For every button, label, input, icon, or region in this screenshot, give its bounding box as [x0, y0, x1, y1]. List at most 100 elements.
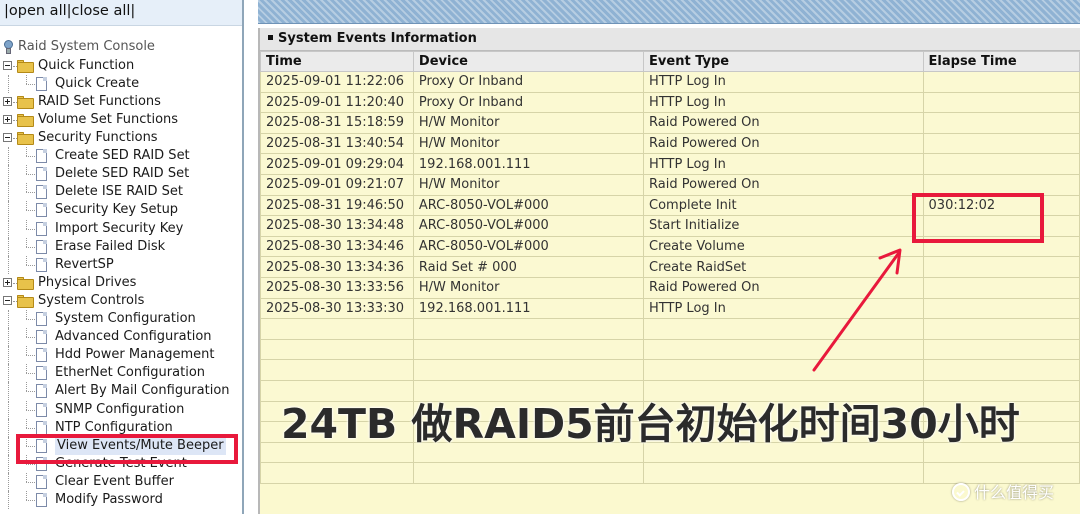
cell-elapse-time: [922, 132, 1080, 155]
page-icon: [36, 366, 47, 381]
annotation-caption: 24TB 做RAID5前台初始化时间30小时: [281, 400, 1020, 448]
cell-elapse-time: [922, 91, 1080, 114]
cell-time: [260, 359, 414, 381]
table-row: 2025-09-01 09:21:07 H/W Monitor Raid Power…: [260, 173, 1080, 196]
tree-item-label: Modify Password: [55, 492, 163, 507]
table-row: 2025-09-01 11:22:06 Proxy Or Inband HTTP L…: [260, 71, 1080, 93]
close-all-link[interactable]: |close all|: [67, 3, 136, 19]
page-icon: [36, 330, 47, 345]
tree-item-label: Quick Create: [55, 75, 140, 91]
tree-item-erase-failed-disk[interactable]: Erase Failed Disk: [0, 237, 240, 256]
page-icon: [36, 384, 47, 399]
cell-device: Raid Set # 000: [412, 256, 645, 278]
tree-item-label: Import Security Key: [55, 220, 184, 236]
tree-item-advanced-configuration[interactable]: Advanced Configuration: [0, 328, 240, 347]
cell-elapse-time: [922, 112, 1080, 134]
cell-time: [260, 338, 414, 361]
tree-item-import-security-key[interactable]: Import Security Key: [0, 219, 240, 238]
page-icon: [36, 221, 47, 236]
tree-item-label: NTP Configuration: [55, 419, 173, 435]
tree-item-hdd-power-management[interactable]: Hdd Power Management: [0, 346, 240, 365]
tree-toolbar: |open all|close all|: [0, 0, 242, 26]
tree-item-modify-password[interactable]: Modify Password: [0, 491, 240, 509]
tree-item-delete-sed-raid-set[interactable]: Delete SED RAID Set: [0, 165, 240, 184]
cell-device: [412, 462, 645, 484]
tree-item-label: Clear Event Buffer: [55, 473, 174, 489]
tree-item-quick-create[interactable]: Quick Create: [0, 74, 240, 93]
collapse-toggle-icon[interactable]: [3, 295, 12, 305]
tree-item-label: View Events/Mute Beeper: [55, 436, 226, 455]
cell-device: Proxy Or Inband: [412, 91, 645, 114]
tree-item-label: Erase Failed Disk: [55, 238, 166, 254]
tree-item-system-controls[interactable]: System Controls: [0, 292, 240, 310]
tree-item-delete-ise-raid-set[interactable]: Delete ISE RAID Set: [0, 183, 240, 202]
tree-item-label: Security Key Setup: [55, 202, 179, 218]
bullet-square-icon: [268, 35, 273, 40]
cell-device: H/W Monitor: [412, 112, 645, 134]
content-top-strip: [258, 0, 1080, 24]
cell-time: 2025-08-30 13:34:36: [260, 256, 414, 278]
expand-toggle-icon[interactable]: [3, 114, 12, 124]
cell-elapse-time: [922, 276, 1080, 299]
cell-time: 2025-09-01 11:20:40: [260, 91, 414, 114]
tree-item-volume-set-functions[interactable]: Volume Set Functions: [0, 111, 240, 129]
column-header-device: Device: [412, 51, 645, 72]
open-all-link[interactable]: |open all: [4, 3, 67, 19]
cell-elapse-time: [922, 318, 1080, 340]
cell-device: [412, 338, 645, 361]
collapse-toggle-icon[interactable]: [3, 60, 12, 70]
folder-open-icon: [17, 59, 35, 73]
cell-time: 2025-09-01 09:29:04: [260, 153, 414, 175]
folder-icon: [17, 113, 35, 127]
cell-event-type: [643, 318, 924, 340]
tree-item-create-sed-raid-set[interactable]: Create SED RAID Set: [0, 147, 240, 166]
cell-elapse-time: [922, 338, 1080, 361]
tree-item-raid-set-functions[interactable]: RAID Set Functions: [0, 93, 240, 111]
table-row: 2025-08-30 13:33:56 H/W Monitor Raid Power…: [260, 276, 1080, 299]
table-row: [260, 338, 1080, 361]
table-row: 2025-08-30 13:33:30 192.168.001.111 HTTP L…: [260, 297, 1080, 320]
cell-event-type: Start Initialize: [643, 215, 924, 237]
tree-item-security-functions[interactable]: Security Functions: [0, 129, 240, 147]
tree-item-system-configuration[interactable]: System Configuration: [0, 310, 240, 328]
expand-toggle-icon[interactable]: [3, 96, 12, 106]
table-row: [260, 359, 1080, 381]
cell-event-type: Create RaidSet: [643, 256, 924, 278]
tree-item-label: Volume Set Functions: [38, 111, 179, 127]
cell-time: [260, 462, 414, 484]
folder-icon: [17, 95, 35, 109]
tree-item-ntp-configuration[interactable]: NTP Configuration: [0, 418, 240, 437]
tree-item-label: Advanced Configuration: [55, 329, 212, 345]
cell-event-type: HTTP Log In: [643, 91, 924, 114]
tree-root-label: Raid System Console: [18, 39, 155, 54]
tree-item-revertsp[interactable]: RevertSP: [0, 255, 240, 274]
tree-item-label: Delete ISE RAID Set: [55, 184, 184, 200]
tree-item-ethernet-configuration[interactable]: EtherNet Configuration: [0, 364, 240, 383]
cell-event-type: [643, 359, 924, 381]
tree-item-generate-test-event[interactable]: Generate Test Event: [0, 454, 240, 473]
cell-device: [412, 318, 645, 340]
tree-item-alert-by-mail-configuration[interactable]: Alert By Mail Configuration: [0, 382, 240, 401]
collapse-toggle-icon[interactable]: [3, 133, 12, 142]
cell-event-type: Complete Init: [643, 194, 924, 217]
page-icon: [36, 456, 47, 471]
tree-root[interactable]: Raid System Console: [0, 38, 240, 56]
tree-item-snmp-configuration[interactable]: SNMP Configuration: [0, 400, 240, 419]
tree-item-physical-drives[interactable]: Physical Drives: [0, 274, 240, 292]
cell-event-type: HTTP Log In: [643, 71, 924, 93]
folder-open-icon: [17, 132, 35, 145]
page-icon: [36, 474, 47, 489]
tree-item-label: RAID Set Functions: [38, 93, 161, 109]
cell-device: [412, 359, 645, 381]
tree-item-security-key-setup[interactable]: Security Key Setup: [0, 201, 240, 220]
expand-toggle-icon[interactable]: [3, 277, 12, 287]
cell-time: 2025-08-31 19:46:50: [260, 194, 414, 217]
cell-device: H/W Monitor: [412, 132, 645, 155]
watermark-logo-icon: [952, 483, 970, 501]
page-icon: [36, 312, 47, 326]
tree-item-quick-function[interactable]: Quick Function: [0, 57, 240, 75]
tree-item-label: Quick Function: [38, 57, 135, 73]
cell-event-type: [643, 338, 924, 361]
tree-item-view-events-mute-beeper[interactable]: View Events/Mute Beeper: [0, 436, 240, 455]
tree-item-clear-event-buffer[interactable]: Clear Event Buffer: [0, 472, 240, 491]
